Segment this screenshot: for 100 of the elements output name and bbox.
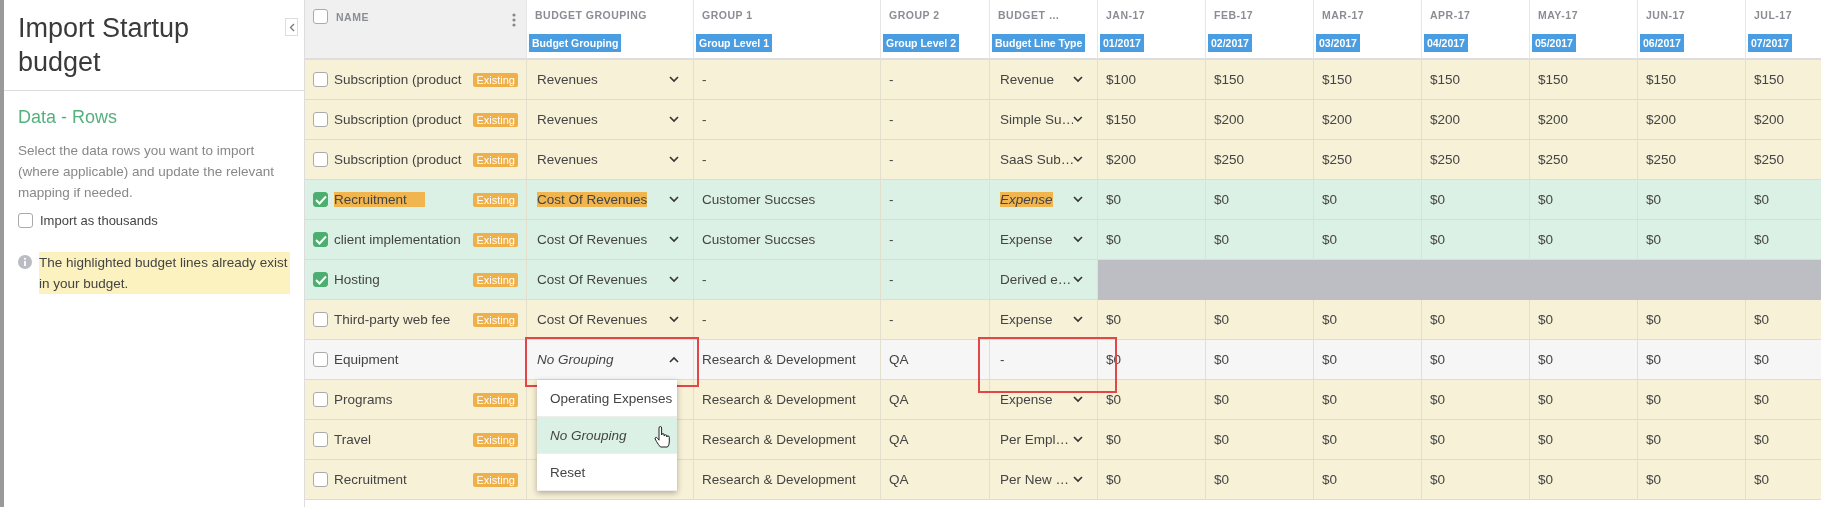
grouping-dropdown[interactable]: Cost Of Revenues (527, 260, 693, 299)
column-header: JAN-17 (1106, 9, 1147, 21)
existing-badge: Existing (473, 72, 518, 87)
chevron-down-icon (669, 196, 679, 203)
line-type-dropdown[interactable]: Expense (990, 180, 1097, 219)
mapping-tag: 03/2017 (1316, 34, 1360, 52)
column-header: JUL-17 (1754, 9, 1793, 21)
line-type-dropdown[interactable]: Expense (990, 300, 1097, 339)
info-icon (18, 254, 32, 269)
column-header: NAME (336, 11, 370, 23)
row-name: Recruitment (334, 192, 425, 207)
chevron-down-icon (1073, 396, 1083, 403)
chevron-down-icon (1073, 76, 1083, 83)
column-header: FEB-17 (1214, 9, 1255, 21)
table-cell: $0 (1638, 460, 1746, 500)
grouping-dropdown[interactable]: Revenues (527, 100, 693, 139)
chevron-down-icon (1073, 156, 1083, 163)
mapping-tag: Group Level 1 (696, 34, 773, 52)
column-header: JUN-17 (1646, 9, 1687, 21)
row-name: Programs (334, 392, 394, 407)
line-type-dropdown[interactable]: SaaS Sub… (990, 140, 1097, 179)
chevron-down-icon (1073, 316, 1083, 323)
table-cell: $0 (1314, 460, 1422, 500)
section-title: Data - Rows (18, 106, 119, 128)
line-type-dropdown[interactable]: Expense (990, 380, 1097, 419)
grouping-dropdown[interactable]: Revenues (527, 140, 693, 179)
grouping-dropdown[interactable]: Cost Of Revenues (527, 300, 693, 339)
column-header: BUDGET GROUPING (535, 9, 648, 21)
table-cell: $0 (1746, 460, 1821, 500)
table-cell: $0 (1098, 460, 1206, 500)
row-checkbox[interactable] (313, 352, 328, 367)
chevron-down-icon (669, 116, 679, 123)
chevron-down-icon (1073, 476, 1083, 483)
row-name: Equipment (334, 352, 400, 367)
checkbox-label: Import as thousands (40, 212, 158, 228)
row-checkbox[interactable] (313, 72, 328, 87)
line-type-dropdown[interactable]: Expense (990, 220, 1097, 259)
mapping-tag: 07/2017 (1748, 34, 1792, 52)
chevron-down-icon (669, 316, 679, 323)
row-checkbox[interactable] (313, 192, 328, 207)
row-name: Subscription (product (334, 72, 463, 87)
existing-badge: Existing (473, 312, 518, 327)
line-type-dropdown[interactable]: Derived e… (990, 260, 1097, 299)
line-type-dropdown[interactable]: Simple Su… (990, 100, 1097, 139)
row-name: client implementation (334, 232, 462, 247)
grouping-dropdown[interactable]: Cost Of Revenues (527, 220, 693, 259)
collapse-button[interactable] (285, 18, 298, 36)
mapping-tag: 04/2017 (1424, 34, 1468, 52)
row-checkbox[interactable] (313, 312, 328, 327)
existing-badge: Existing (473, 232, 518, 247)
chevron-down-icon (669, 236, 679, 243)
more-icon[interactable] (512, 13, 516, 27)
row-checkbox[interactable] (313, 232, 328, 247)
chevron-down-icon (669, 76, 679, 83)
description-text: Select the data rows you want to import (where applicable) and update the relevant mapping if needed. (18, 141, 275, 202)
table-cell: $0 (1530, 460, 1638, 500)
row-checkbox[interactable] (313, 392, 328, 407)
line-type-dropdown[interactable]: Revenue (990, 60, 1097, 99)
mapping-tag: Budget Line Type (992, 34, 1086, 52)
grouping-dropdown[interactable]: Revenues (527, 60, 693, 99)
row-name: Subscription (product (334, 152, 463, 167)
mapping-tag: 05/2017 (1532, 34, 1576, 52)
mapping-tag: Budget Grouping (529, 34, 622, 52)
chevron-down-icon (669, 276, 679, 283)
mapping-tag: 01/2017 (1100, 34, 1144, 52)
column-header: MAY-17 (1538, 9, 1579, 21)
mapping-tag: 06/2017 (1640, 34, 1684, 52)
menu-option[interactable]: No Grouping (537, 417, 677, 454)
column-header: BUDGET … (998, 9, 1061, 21)
table-cell: Research & Development (694, 460, 881, 500)
mapping-tag: Group Level 2 (883, 34, 960, 52)
column-header: MAR-17 (1322, 9, 1366, 21)
existing-badge: Existing (473, 472, 518, 487)
note-text: The highlighted budget lines already exist in your budget. (39, 251, 290, 294)
row-name: Subscription (product (334, 112, 463, 127)
existing-badge: Existing (473, 112, 518, 127)
row-checkbox[interactable] (313, 272, 328, 287)
row-checkbox[interactable] (313, 112, 328, 127)
existing-badge: Existing (473, 392, 518, 407)
existing-badge: Existing (473, 152, 518, 167)
checkbox[interactable] (18, 212, 33, 228)
column-header: APR-17 (1430, 9, 1472, 21)
column-header: GROUP 2 (889, 9, 941, 21)
line-type-dropdown[interactable]: Per New … (990, 460, 1097, 499)
row-name: Recruitment (334, 472, 408, 487)
table-cell: QA (881, 460, 990, 500)
grouping-dropdown[interactable]: Cost Of Revenues (527, 180, 693, 219)
table-cell-text: - (999, 352, 1005, 367)
existing-badge: Existing (473, 272, 518, 287)
chevron-down-icon (1073, 236, 1083, 243)
row-checkbox[interactable] (313, 152, 328, 167)
hand-cursor-icon (654, 426, 672, 448)
row-name: Third-party web fee (334, 312, 452, 327)
line-type-dropdown[interactable]: Per Empl… (990, 420, 1097, 459)
row-name: Travel (334, 432, 372, 447)
mapping-tag: 02/2017 (1208, 34, 1252, 52)
select-all-checkbox[interactable] (313, 9, 328, 24)
column-header: GROUP 1 (702, 9, 754, 21)
row-checkbox[interactable] (313, 472, 328, 487)
row-checkbox[interactable] (313, 432, 328, 447)
